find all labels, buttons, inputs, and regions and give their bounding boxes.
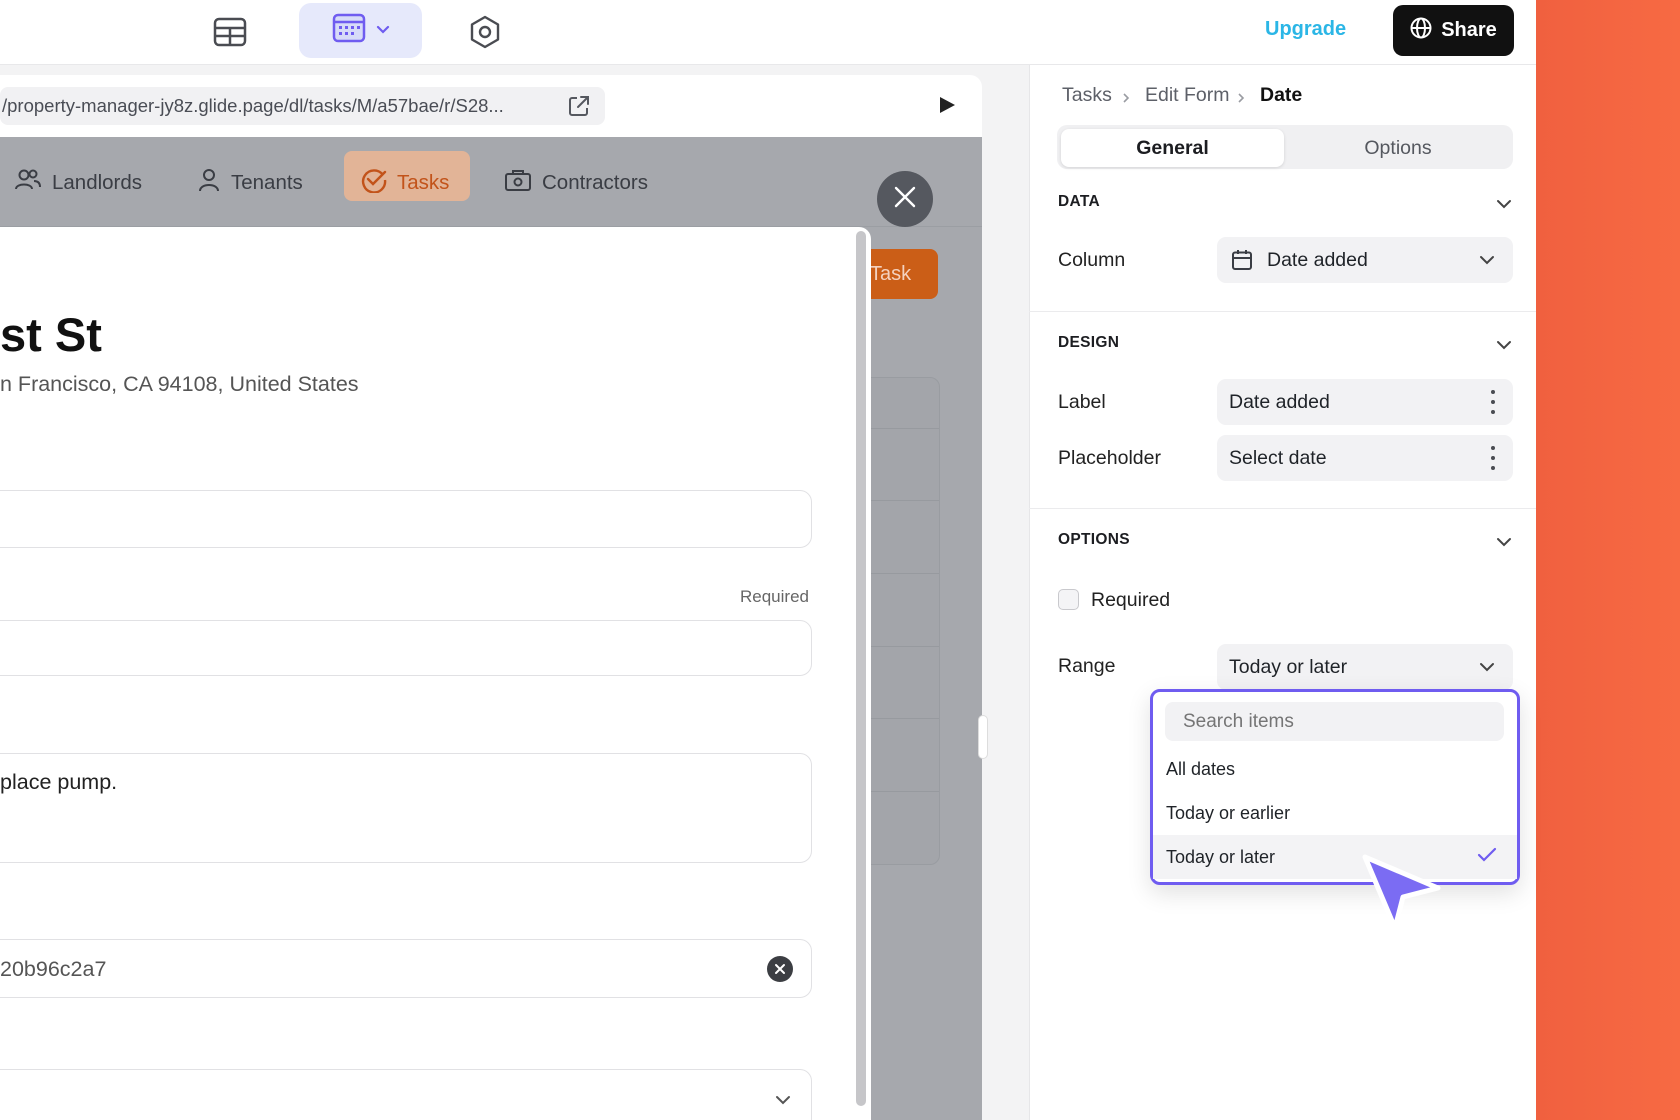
dropdown-search-input[interactable] bbox=[1165, 702, 1504, 741]
chevron-down-icon bbox=[775, 1092, 791, 1110]
label-label: Label bbox=[1058, 391, 1106, 413]
dropdown-item-today-or-later[interactable]: Today or later bbox=[1153, 835, 1517, 879]
pointer-cursor-icon bbox=[1360, 852, 1446, 937]
dropdown-item-all-dates[interactable]: All dates bbox=[1153, 747, 1517, 791]
tab-tasks[interactable]: Tasks bbox=[361, 165, 449, 201]
dropdown-item-label: Today or later bbox=[1166, 846, 1276, 867]
column-label: Column bbox=[1058, 249, 1126, 271]
dropdown-item-today-or-earlier[interactable]: Today or earlier bbox=[1153, 791, 1517, 835]
chevron-down-icon bbox=[1479, 255, 1495, 265]
placeholder-label: Placeholder bbox=[1058, 447, 1161, 469]
people-icon bbox=[14, 168, 42, 198]
layout-view-button[interactable] bbox=[299, 3, 422, 58]
preview-url-field[interactable]: /property-manager-jy8z.glide.page/dl/tas… bbox=[0, 87, 605, 125]
check-circle-icon bbox=[361, 167, 387, 199]
section-divider bbox=[1029, 311, 1536, 312]
id-field[interactable] bbox=[0, 939, 812, 998]
decorative-orange-edge bbox=[1536, 0, 1680, 1120]
tab-tenants[interactable]: Tenants bbox=[197, 165, 303, 201]
tab-landlords[interactable]: Landlords bbox=[14, 165, 142, 201]
resize-handle[interactable] bbox=[978, 715, 988, 759]
breadcrumb-date: Date bbox=[1260, 84, 1303, 106]
calendar-view-icon bbox=[332, 13, 366, 48]
placeholder-value: Select date bbox=[1229, 446, 1327, 469]
toolbox-icon bbox=[504, 168, 532, 198]
sheet-title: st St bbox=[0, 308, 102, 361]
chevron-right-icon bbox=[1236, 88, 1246, 111]
calendar-icon bbox=[1231, 249, 1253, 271]
clear-icon[interactable] bbox=[767, 956, 793, 982]
date-field[interactable] bbox=[0, 620, 812, 676]
tab-label: Contractors bbox=[542, 171, 648, 194]
close-icon bbox=[893, 185, 917, 214]
notes-field[interactable] bbox=[0, 753, 812, 863]
add-task-button: Task bbox=[860, 249, 938, 299]
upgrade-link[interactable]: Upgrade bbox=[1265, 18, 1346, 41]
open-external-icon[interactable] bbox=[567, 94, 591, 123]
chevron-down-icon[interactable] bbox=[1496, 196, 1512, 214]
tab-label: Landlords bbox=[52, 171, 143, 194]
tab-options[interactable]: Options bbox=[1285, 129, 1511, 167]
more-options-icon[interactable] bbox=[1491, 446, 1495, 470]
label-input[interactable]: Date added bbox=[1217, 379, 1513, 425]
section-heading-design[interactable]: DESIGN bbox=[1058, 334, 1119, 352]
range-label: Range bbox=[1058, 655, 1116, 677]
breadcrumb-tasks[interactable]: Tasks bbox=[1062, 84, 1112, 107]
required-label: Required bbox=[740, 587, 809, 606]
chevron-down-icon[interactable] bbox=[1496, 337, 1512, 355]
range-value: Today or later bbox=[1229, 655, 1348, 678]
table-icon[interactable] bbox=[212, 14, 248, 50]
required-checkbox-label[interactable]: Required bbox=[1091, 589, 1170, 612]
section-heading-options[interactable]: OPTIONS bbox=[1058, 531, 1130, 549]
close-sheet-button[interactable] bbox=[877, 171, 933, 227]
preview-url-text: /property-manager-jy8z.glide.page/dl/tas… bbox=[2, 95, 504, 116]
column-value: Date added bbox=[1267, 248, 1368, 271]
chevron-right-icon bbox=[1121, 88, 1131, 111]
background-list bbox=[870, 377, 940, 865]
settings-hex-icon[interactable] bbox=[467, 14, 503, 50]
share-label: Share bbox=[1441, 19, 1497, 41]
notes-value: place pump. bbox=[0, 770, 118, 794]
play-icon[interactable] bbox=[937, 95, 957, 120]
person-icon bbox=[197, 168, 221, 198]
sheet-subtitle: n Francisco, CA 94108, United States bbox=[0, 372, 359, 396]
globe-icon bbox=[1410, 17, 1432, 45]
share-button[interactable]: Share bbox=[1393, 5, 1514, 56]
chevron-down-icon bbox=[376, 22, 390, 40]
form-field-1[interactable] bbox=[0, 490, 812, 548]
placeholder-input[interactable]: Select date bbox=[1217, 435, 1513, 481]
id-value: 20b96c2a7 bbox=[0, 957, 107, 981]
tab-label: Tenants bbox=[231, 171, 303, 194]
section-heading-data[interactable]: DATA bbox=[1058, 193, 1100, 211]
range-select[interactable]: Today or later bbox=[1217, 644, 1513, 690]
section-divider bbox=[1029, 508, 1536, 509]
column-select[interactable]: Date added bbox=[1217, 237, 1513, 283]
sheet-scrollbar[interactable] bbox=[856, 231, 866, 1106]
required-checkbox[interactable] bbox=[1058, 589, 1079, 610]
tab-label: Tasks bbox=[397, 171, 450, 194]
chevron-down-icon[interactable] bbox=[1496, 534, 1512, 552]
select-field[interactable] bbox=[0, 1069, 812, 1120]
label-value: Date added bbox=[1229, 390, 1330, 413]
tab-general[interactable]: General bbox=[1061, 129, 1284, 167]
breadcrumb-edit-form[interactable]: Edit Form bbox=[1145, 84, 1230, 107]
chevron-down-icon bbox=[1479, 662, 1495, 672]
check-icon bbox=[1477, 847, 1497, 868]
more-options-icon[interactable] bbox=[1491, 390, 1495, 414]
tab-contractors[interactable]: Contractors bbox=[504, 165, 648, 201]
